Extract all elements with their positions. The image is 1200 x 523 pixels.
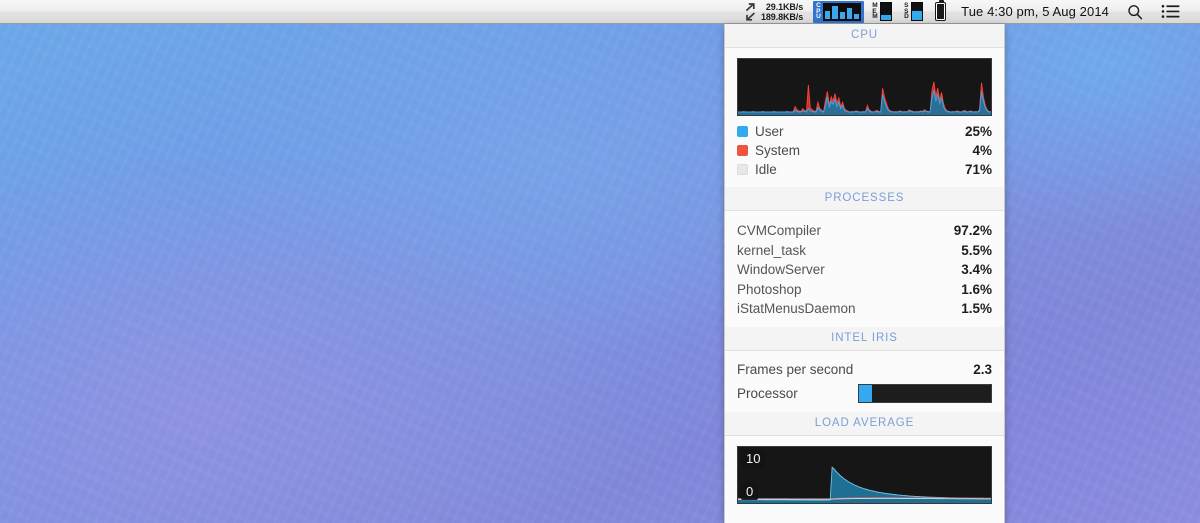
cpu-legend-value-user: 25% — [965, 124, 992, 139]
load-average-axis-max: 10 — [741, 450, 765, 467]
memory-meter-icon — [880, 2, 892, 21]
load-average-graph: 10 0 — [737, 446, 992, 504]
processes-section-body: CVMCompiler 97.2% kernel_task 5.5% Windo… — [725, 211, 1004, 327]
menubar-clock[interactable]: Tue 4:30 pm, 5 Aug 2014 — [952, 0, 1118, 24]
battery-icon — [935, 2, 946, 21]
load-average-section-body: 10 0 — [725, 436, 1004, 512]
process-row[interactable]: Photoshop 1.6% — [737, 280, 992, 300]
fps-label: Frames per second — [737, 362, 853, 377]
process-name: WindowServer — [737, 262, 825, 277]
process-value: 5.5% — [961, 243, 992, 258]
gpu-processor-label: Processor — [737, 386, 798, 401]
process-name: kernel_task — [737, 243, 806, 258]
istat-menus-cpu-panel: CPU User 25% System 4% Idle 71% — [724, 24, 1005, 523]
search-icon — [1127, 4, 1143, 20]
cpu-legend-label-user: User — [755, 124, 784, 139]
process-row[interactable]: kernel_task 5.5% — [737, 241, 992, 261]
arrow-down-left-icon — [745, 12, 756, 21]
user-swatch — [737, 126, 748, 137]
gpu-processor-row: Processor — [737, 382, 992, 406]
cpu-legend-value-idle: 71% — [965, 162, 992, 177]
ssd-meter-icon — [911, 2, 923, 21]
load-average-axis-min: 0 — [741, 483, 758, 500]
cpu-bargraph-icon — [823, 3, 861, 21]
menubar-cpu-item[interactable]: CPU — [813, 1, 864, 23]
menubar-ssd-item[interactable]: SSD — [898, 0, 929, 24]
process-row[interactable]: iStatMenusDaemon 1.5% — [737, 299, 992, 319]
cpu-legend-row-idle: Idle 71% — [737, 160, 992, 179]
process-name: iStatMenusDaemon — [737, 301, 856, 316]
network-upload-speed: 29.1KB/s — [766, 2, 803, 12]
idle-swatch — [737, 164, 748, 175]
cpu-vertical-label: CPU — [816, 3, 821, 20]
cpu-legend-label-idle: Idle — [755, 162, 777, 177]
ssd-vertical-label: SSD — [904, 3, 909, 20]
process-value: 3.4% — [961, 262, 992, 277]
intel-iris-section-body: Frames per second 2.3 Processor — [725, 351, 1004, 412]
process-name: CVMCompiler — [737, 223, 821, 238]
menubar-spotlight-button[interactable] — [1118, 0, 1152, 24]
cpu-legend-row-user: User 25% — [737, 122, 992, 141]
network-speeds: 29.1KB/s 189.8KB/s — [761, 2, 803, 22]
cpu-section-body: User 25% System 4% Idle 71% — [725, 48, 1004, 187]
menubar-mem-item[interactable]: MEM — [866, 0, 898, 24]
menubar-network-item[interactable]: 29.1KB/s 189.8KB/s — [739, 0, 811, 24]
process-value: 1.6% — [961, 282, 992, 297]
section-header-cpu: CPU — [725, 24, 1004, 48]
gpu-processor-bar — [858, 384, 992, 403]
fps-value: 2.3 — [973, 362, 992, 377]
process-name: Photoshop — [737, 282, 802, 297]
cpu-history-graph — [737, 58, 992, 116]
fps-row: Frames per second 2.3 — [737, 358, 992, 382]
process-row[interactable]: CVMCompiler 97.2% — [737, 221, 992, 241]
desktop-wallpaper — [0, 0, 1200, 523]
process-value: 97.2% — [954, 223, 992, 238]
menu-bar: 29.1KB/s 189.8KB/s CPU MEM SSD Tue 4:30 … — [0, 0, 1200, 24]
cpu-legend-row-system: System 4% — [737, 141, 992, 160]
network-download-speed: 189.8KB/s — [761, 12, 803, 22]
section-header-intel-iris: INTEL IRIS — [725, 327, 1004, 351]
process-value: 1.5% — [961, 301, 992, 316]
section-header-load-average: LOAD AVERAGE — [725, 412, 1004, 436]
wallpaper-texture — [0, 0, 1200, 523]
notification-center-icon — [1161, 4, 1181, 19]
process-row[interactable]: WindowServer 3.4% — [737, 260, 992, 280]
arrow-up-right-icon — [745, 3, 756, 12]
menubar-battery-item[interactable] — [929, 0, 952, 24]
cpu-legend-value-system: 4% — [972, 143, 992, 158]
mem-vertical-label: MEM — [872, 3, 878, 20]
network-arrows — [745, 3, 756, 21]
system-swatch — [737, 145, 748, 156]
section-header-processes: PROCESSES — [725, 187, 1004, 211]
menubar-notification-center-button[interactable] — [1152, 0, 1190, 24]
cpu-legend-label-system: System — [755, 143, 800, 158]
